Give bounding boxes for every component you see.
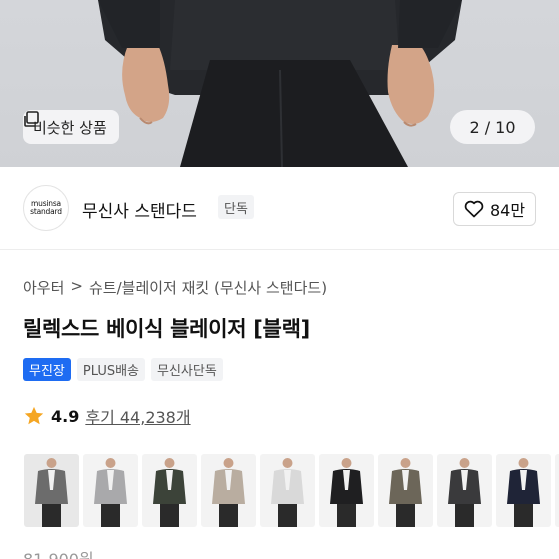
rating-score: 4.9 <box>51 406 80 426</box>
thumbnail-model-image <box>94 458 127 527</box>
thumbnail-model-image <box>448 458 481 527</box>
thumbnail-item[interactable] <box>496 454 551 527</box>
thumbnail-model-image <box>212 458 245 527</box>
brand-logo[interactable]: musinsa standard <box>23 185 69 231</box>
tag-exclusive: 무신사단독 <box>151 358 223 381</box>
thumbnail-item[interactable] <box>437 454 492 527</box>
brand-name-link[interactable]: 무신사 스탠다드 <box>82 197 197 222</box>
exclusive-badge: 단독 <box>218 195 254 219</box>
breadcrumb-item-outer[interactable]: 아우터 <box>23 277 64 298</box>
thumbnail-item[interactable] <box>378 454 433 527</box>
thumbnail-item[interactable] <box>142 454 197 527</box>
breadcrumb-separator: > <box>70 277 83 295</box>
breadcrumb-item-category[interactable]: 슈트/블레이저 재킷 (무신사 스탠다드) <box>89 277 327 298</box>
thumbnail-model-image <box>35 458 68 527</box>
thumbnail-item[interactable] <box>24 454 79 527</box>
reviews-link[interactable]: 후기 44,238개 <box>85 404 190 428</box>
thumbnail-item[interactable] <box>555 454 559 527</box>
tag-mujinjang: 무진장 <box>23 358 71 381</box>
color-variant-thumbnails <box>24 454 559 527</box>
tag-plus-delivery: PLUS배송 <box>76 358 146 381</box>
breadcrumb: 아우터 > 슈트/블레이저 재킷 (무신사 스탠다드) <box>23 277 327 298</box>
product-title: 릴렉스드 베이식 블레이저 [블랙] <box>23 317 310 341</box>
star-icon <box>24 406 44 425</box>
divider <box>0 249 559 250</box>
rating-row: 4.9 후기 44,238개 <box>23 404 191 428</box>
thumbnail-model-image <box>153 458 186 527</box>
product-tags: 무진장 PLUS배송 무신사단독 <box>23 358 223 381</box>
thumbnail-item[interactable] <box>260 454 315 527</box>
brand-row: musinsa standard 무신사 스탠다드 단독 84만 <box>0 167 559 249</box>
similar-products-button[interactable]: 비슷한 상품 <box>23 110 119 144</box>
thumbnail-item[interactable] <box>319 454 374 527</box>
thumbnail-model-image <box>330 458 363 527</box>
product-image-carousel[interactable]: 비슷한 상품 2 / 10 <box>0 0 559 167</box>
thumbnail-model-image <box>507 458 540 527</box>
thumbnail-model-image <box>555 454 559 527</box>
heart-icon <box>464 200 484 218</box>
thumbnail-item[interactable] <box>83 454 138 527</box>
similar-products-label: 비슷한 상품 <box>33 118 107 137</box>
thumbnail-model-image <box>271 458 304 527</box>
like-button[interactable]: 84만 <box>453 192 536 226</box>
thumbnail-item[interactable] <box>201 454 256 527</box>
image-counter: 2 / 10 <box>450 110 535 144</box>
like-count: 84만 <box>489 201 526 220</box>
thumbnail-model-image <box>389 458 422 527</box>
similar-icon <box>24 111 39 127</box>
product-price: 81,900원 <box>23 546 94 559</box>
